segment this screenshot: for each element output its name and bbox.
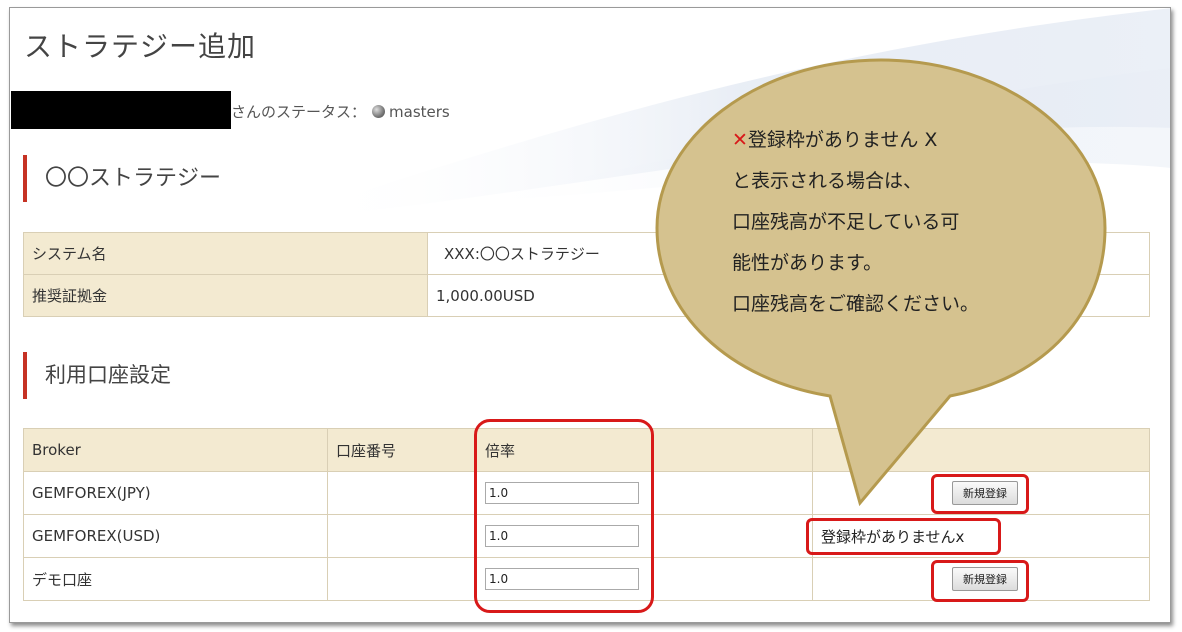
section-accent-bar <box>23 155 27 202</box>
table-row: 推奨証拠金 1,000.00USD <box>23 274 1150 317</box>
status-label: さんのステータス： <box>231 103 367 121</box>
col-account-no: 口座番号 <box>327 428 477 472</box>
register-button[interactable]: 新規登録 <box>952 481 1018 505</box>
callout-line: と表示される場合は、 <box>732 170 923 192</box>
callout-text: ✕登録枠がありません X と表示される場合は、 口座残高が不足している可 能性が… <box>732 120 979 325</box>
action-cell: 新規登録 <box>812 471 1150 515</box>
register-button[interactable]: 新規登録 <box>952 567 1018 591</box>
account-no-cell <box>327 557 477 601</box>
multiplier-input[interactable] <box>485 525 639 547</box>
table-row: GEMFOREX(USD) 登録枠がありませんx <box>23 514 1150 558</box>
cross-icon: ✕ <box>732 129 748 151</box>
user-status: さんのステータス： masters <box>231 101 450 122</box>
action-cell: 新規登録 <box>812 557 1150 601</box>
callout-line: 口座残高をご確認ください。 <box>732 293 980 315</box>
col-action <box>812 428 1150 472</box>
status-level: masters <box>389 102 450 121</box>
table-row: デモ口座 新規登録 <box>23 557 1150 601</box>
table-row: システム名 XXX:〇〇ストラテジー <box>23 232 1150 275</box>
account-no-cell <box>327 471 477 515</box>
table-row: GEMFOREX(JPY) 新規登録 <box>23 471 1150 515</box>
multiplier-input[interactable] <box>485 482 639 504</box>
page-title: ストラテジー追加 <box>24 30 257 63</box>
col-broker: Broker <box>23 428 328 472</box>
account-no-cell <box>327 514 477 558</box>
redacted-username <box>11 91 231 129</box>
strategy-info-table: システム名 XXX:〇〇ストラテジー 推奨証拠金 1,000.00USD <box>23 232 1150 317</box>
section-accent-bar <box>23 352 27 399</box>
callout-line: 能性があります。 <box>732 252 883 274</box>
no-slot-message: 登録枠がありませんx <box>821 527 965 546</box>
broker-cell: デモ口座 <box>23 557 328 601</box>
callout-line: ✕登録枠がありません X <box>732 129 938 151</box>
app-frame: ストラテジー追加 さんのステータス： masters 〇〇ストラテジー システム… <box>9 7 1171 623</box>
account-table: Broker 口座番号 倍率 GEMFOREX(JPY) 新規登録 GEMFOR… <box>23 428 1150 601</box>
margin-label: 推奨証拠金 <box>23 274 428 317</box>
table-header-row: Broker 口座番号 倍率 <box>23 428 1150 472</box>
system-name-label: システム名 <box>23 232 428 275</box>
multiplier-cell <box>476 471 813 515</box>
status-globe-icon <box>372 105 386 118</box>
strategy-section-heading: 〇〇ストラテジー <box>23 155 221 202</box>
multiplier-input[interactable] <box>485 568 639 590</box>
col-multiplier: 倍率 <box>476 428 813 472</box>
strategy-name-heading: 〇〇ストラテジー <box>45 166 222 191</box>
account-settings-heading: 利用口座設定 <box>23 352 171 399</box>
action-cell: 登録枠がありませんx <box>812 514 1150 558</box>
broker-cell: GEMFOREX(USD) <box>23 514 328 558</box>
multiplier-cell <box>476 557 813 601</box>
account-settings-title: 利用口座設定 <box>45 363 171 387</box>
callout-line: 口座残高が不足している可 <box>732 211 960 233</box>
multiplier-cell <box>476 514 813 558</box>
broker-cell: GEMFOREX(JPY) <box>23 471 328 515</box>
